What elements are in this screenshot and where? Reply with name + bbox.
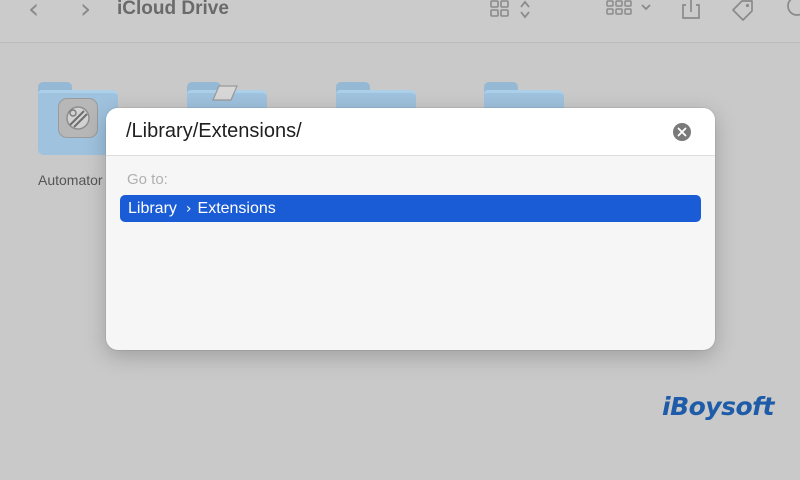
go-to-label: Go to: xyxy=(127,171,168,188)
toolbar: ‹ › iCloud Drive xyxy=(0,0,800,43)
breadcrumb-separator: › xyxy=(185,201,192,217)
sort-arrows-icon[interactable] xyxy=(518,0,532,20)
tag-icon[interactable] xyxy=(730,0,756,22)
automator-icon xyxy=(58,98,98,138)
chevron-left-icon[interactable]: ‹ xyxy=(28,0,39,24)
clear-button[interactable] xyxy=(673,123,691,141)
path-input[interactable] xyxy=(106,108,715,156)
more-icon[interactable] xyxy=(786,0,800,20)
view-grid-icon[interactable] xyxy=(489,0,511,18)
group-grid-icon[interactable] xyxy=(606,0,632,16)
window-title: iCloud Drive xyxy=(117,0,229,19)
finder-window: ‹ › iCloud Drive Automator /Library/Exte… xyxy=(0,0,800,480)
chevron-right-icon[interactable]: › xyxy=(80,0,91,24)
document-icon xyxy=(212,85,238,101)
chevron-down-icon[interactable] xyxy=(640,2,652,12)
go-to-folder-dialog: Go to: Library › Extensions xyxy=(106,108,715,350)
folder-label: Automator xyxy=(38,172,103,188)
path-suggestion-item[interactable]: Library › Extensions xyxy=(120,195,701,222)
clear-circle-icon xyxy=(677,127,687,137)
breadcrumb-child: Extensions xyxy=(197,200,276,217)
watermark-logo: iBoysoft xyxy=(662,392,774,421)
breadcrumb-parent: Library xyxy=(128,200,177,217)
share-icon[interactable] xyxy=(680,0,702,20)
